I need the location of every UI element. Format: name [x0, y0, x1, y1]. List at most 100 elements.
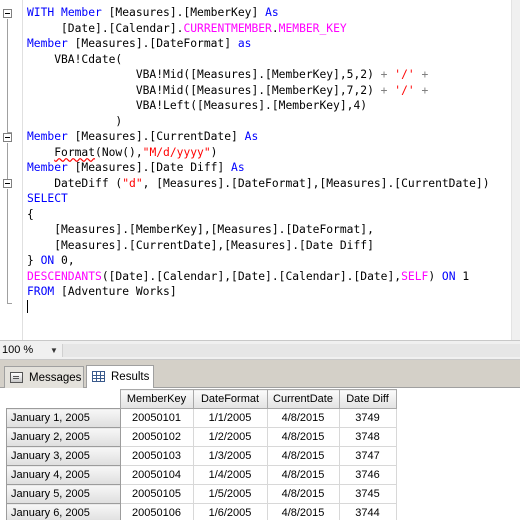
cell-datediff[interactable]: 3744	[339, 503, 397, 520]
code-token: VBA!Mid([Measures].[MemberKey],5,2)	[27, 68, 381, 81]
table-row[interactable]: January 6, 2005 20050106 1/6/2005 4/8/20…	[6, 503, 397, 520]
cell-dateformat[interactable]: 1/3/2005	[193, 446, 268, 466]
code-token: 1	[462, 269, 470, 283]
code-line: Member [Measures].[DateFormat] as	[27, 36, 490, 52]
chevron-down-icon[interactable]: ▼	[50, 343, 58, 358]
cell-datediff[interactable]: 3746	[339, 465, 397, 485]
cell-datediff[interactable]: 3749	[339, 408, 397, 428]
cell-datediff[interactable]: 3748	[339, 427, 397, 447]
code-token: Format	[54, 145, 96, 159]
cell-currentdate[interactable]: 4/8/2015	[267, 484, 340, 504]
cell-currentdate[interactable]: 4/8/2015	[267, 465, 340, 485]
cell-currentdate[interactable]: 4/8/2015	[267, 446, 340, 466]
results-grid[interactable]: MemberKey DateFormat CurrentDate Date Di…	[6, 389, 397, 520]
cell-dateformat[interactable]: 1/4/2005	[193, 465, 268, 485]
code-token: VBA!Mid([Measures].[MemberKey],7,2)	[27, 83, 381, 97]
code-line: Member [Measures].[Date Diff] As	[27, 160, 490, 176]
row-header[interactable]: January 2, 2005	[6, 427, 121, 447]
collapse-icon[interactable]	[3, 9, 12, 18]
code-token: 0,	[61, 254, 75, 267]
grid-icon	[92, 371, 105, 382]
cell-datediff[interactable]: 3745	[339, 484, 397, 504]
table-row[interactable]: January 2, 2005 20050102 1/2/2005 4/8/20…	[6, 427, 397, 447]
outline-line	[7, 189, 8, 303]
code-line: {	[27, 207, 490, 223]
code-token: VBA!Cdate(	[27, 52, 123, 66]
collapse-icon[interactable]	[3, 133, 12, 142]
cell-memberkey[interactable]: 20050106	[120, 503, 194, 520]
tab-messages[interactable]: Messages	[4, 366, 84, 388]
row-header[interactable]: January 1, 2005	[6, 408, 121, 428]
table-row[interactable]: January 4, 2005 20050104 1/4/2005 4/8/20…	[6, 465, 397, 485]
results-pane: MemberKey DateFormat CurrentDate Date Di…	[0, 388, 520, 520]
cell-dateformat[interactable]: 1/2/2005	[193, 427, 268, 447]
mdx-query-text[interactable]: WITH Member [Measures].[MemberKey] As [D…	[27, 5, 490, 315]
code-token: .	[271, 21, 279, 35]
code-line: WITH Member [Measures].[MemberKey] As	[27, 5, 490, 21]
table-row[interactable]: January 1, 2005 20050101 1/1/2005 4/8/20…	[6, 408, 397, 428]
cell-currentdate[interactable]: 4/8/2015	[267, 503, 340, 520]
cell-memberkey[interactable]: 20050101	[120, 408, 194, 428]
query-editor[interactable]: WITH Member [Measures].[MemberKey] As [D…	[0, 0, 520, 340]
cell-dateformat[interactable]: 1/6/2005	[193, 503, 268, 520]
code-token: '/'	[394, 68, 415, 81]
code-token: As	[265, 6, 279, 19]
editor-gutter	[0, 0, 23, 340]
code-token: As	[231, 161, 245, 174]
code-token: WITH	[27, 6, 62, 19]
row-header[interactable]: January 3, 2005	[6, 446, 121, 466]
cell-memberkey[interactable]: 20050103	[120, 446, 194, 466]
messages-icon	[10, 372, 23, 383]
code-token: ([Date].[Calendar],[Date].[Calendar].[Da…	[101, 269, 402, 283]
zoom-level: 100 %	[2, 344, 34, 356]
code-line: SELECT	[27, 191, 490, 207]
cell-memberkey[interactable]: 20050105	[120, 484, 194, 504]
code-token: +	[414, 68, 429, 81]
cell-datediff[interactable]: 3747	[339, 446, 397, 466]
code-line: Member [Measures].[CurrentDate] As	[27, 129, 490, 145]
zoom-dropdown[interactable]: 100 % ▼	[2, 343, 62, 358]
code-token: as	[237, 37, 252, 50]
code-token: [Measures].[CurrentDate],[Measures].[Dat…	[27, 238, 374, 252]
cell-dateformat[interactable]: 1/5/2005	[193, 484, 268, 504]
text-cursor	[27, 299, 28, 313]
code-token: VBA!Left([Measures].[MemberKey],4)	[27, 99, 368, 112]
column-header[interactable]: MemberKey	[119, 389, 194, 409]
row-header[interactable]: January 6, 2005	[6, 503, 121, 520]
editor-horizontal-scrollbar[interactable]	[62, 344, 520, 357]
results-tab-strip: Messages Results	[0, 360, 520, 388]
outline-end	[7, 303, 12, 304]
code-line: [Measures].[CurrentDate],[Measures].[Dat…	[27, 238, 490, 254]
column-header[interactable]: DateFormat	[192, 389, 268, 409]
outline-line	[7, 19, 8, 132]
code-line: VBA!Left([Measures].[MemberKey],4)	[27, 98, 490, 114]
column-header[interactable]: Date Diff	[338, 389, 397, 409]
code-token: [Date].[Calendar].	[27, 21, 184, 35]
cell-currentdate[interactable]: 4/8/2015	[267, 427, 340, 447]
cell-memberkey[interactable]: 20050102	[120, 427, 194, 447]
code-token: (Now(),	[95, 145, 143, 159]
tab-results[interactable]: Results	[86, 365, 154, 388]
table-row[interactable]: January 3, 2005 20050103 1/3/2005 4/8/20…	[6, 446, 397, 466]
code-line: )	[27, 114, 490, 130]
row-header[interactable]: January 4, 2005	[6, 465, 121, 485]
code-line: VBA!Mid([Measures].[MemberKey],7,2) + '/…	[27, 83, 490, 99]
editor-vertical-scrollbar[interactable]	[511, 0, 520, 340]
code-token: MEMBER_KEY	[278, 21, 347, 35]
code-token: '/'	[394, 83, 415, 97]
code-token: [Measures].[MemberKey],[Measures].[DateF…	[27, 223, 374, 236]
code-token: {	[27, 207, 34, 221]
code-token: +	[380, 83, 395, 97]
column-header[interactable]: CurrentDate	[266, 389, 340, 409]
code-token: "M/d/yyyy"	[142, 145, 211, 159]
code-token: Member	[27, 130, 75, 143]
code-token: SELF	[401, 269, 429, 283]
code-token: ON	[40, 254, 62, 267]
cell-currentdate[interactable]: 4/8/2015	[267, 408, 340, 428]
cell-memberkey[interactable]: 20050104	[120, 465, 194, 485]
cell-dateformat[interactable]: 1/1/2005	[193, 408, 268, 428]
table-row[interactable]: January 5, 2005 20050105 1/5/2005 4/8/20…	[6, 484, 397, 504]
collapse-icon[interactable]	[3, 179, 12, 188]
row-header[interactable]: January 5, 2005	[6, 484, 121, 504]
